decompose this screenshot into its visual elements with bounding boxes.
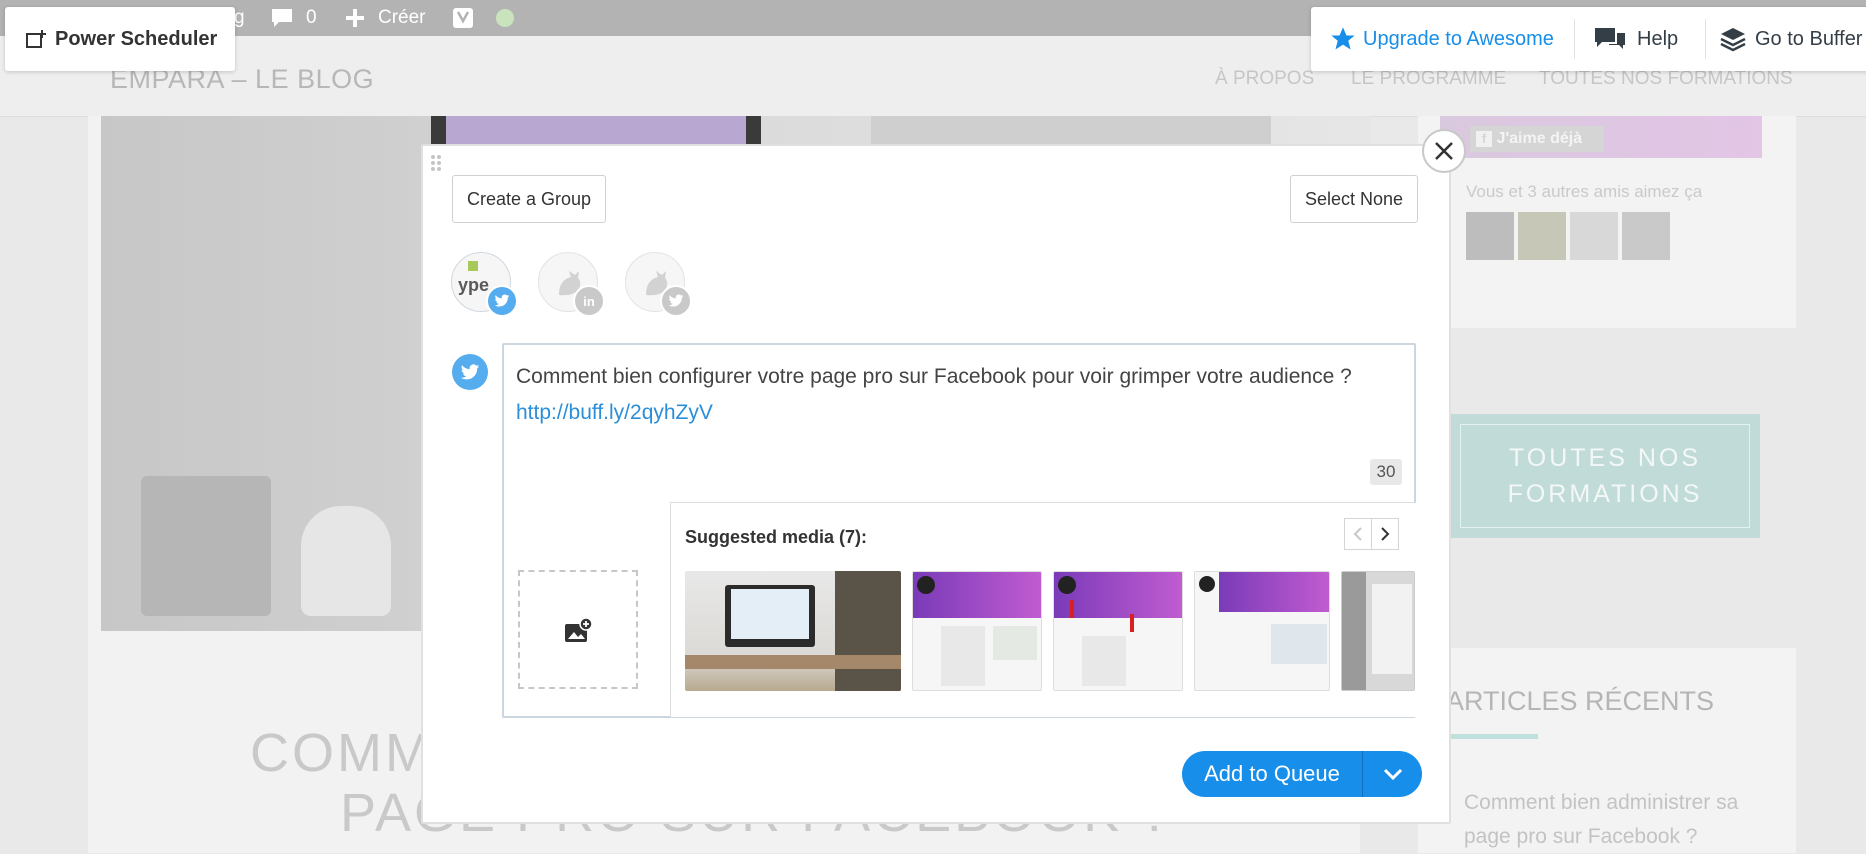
profile-avatar-rooster-linkedin[interactable]: in xyxy=(538,252,605,317)
upgrade-button[interactable]: Upgrade to Awesome xyxy=(1329,7,1554,71)
linkedin-badge-icon: in xyxy=(573,285,605,317)
profile-avatar-rooster-twitter[interactable] xyxy=(625,252,692,317)
suggested-media-label: Suggested media (7): xyxy=(685,527,868,547)
yoast-icon[interactable] xyxy=(452,0,474,36)
media-next-button[interactable] xyxy=(1371,518,1399,550)
close-icon xyxy=(1433,140,1455,162)
media-prev-button[interactable] xyxy=(1344,518,1372,550)
add-image-icon xyxy=(563,616,593,644)
composer-message: Comment bien configurer votre page pro s… xyxy=(516,365,1352,388)
suggested-media-thumb[interactable] xyxy=(1194,571,1330,691)
add-image-button[interactable] xyxy=(518,570,638,689)
go-to-buffer-label: Go to Buffer xyxy=(1755,27,1863,50)
composer-link[interactable]: http://buff.ly/2qyhZyV xyxy=(516,401,713,424)
friend-avatar[interactable] xyxy=(1622,212,1670,260)
twitter-badge-icon xyxy=(660,285,692,317)
composer-text[interactable]: Comment bien configurer votre page pro s… xyxy=(516,359,1406,431)
buffer-toolbar: Upgrade to Awesome Help Go to Buffer xyxy=(1311,7,1866,71)
nav-item-about[interactable]: À PROPOS xyxy=(1215,68,1314,90)
formations-cta[interactable]: TOUTES NOS FORMATIONS xyxy=(1450,414,1760,538)
comments-count[interactable]: 0 xyxy=(306,0,317,36)
friend-avatar[interactable] xyxy=(1466,212,1514,260)
recent-articles-widget: ARTICLES RÉCENTS Comment bien administre… xyxy=(1418,648,1796,853)
power-scheduler-label: Power Scheduler xyxy=(55,27,218,50)
friend-avatar[interactable] xyxy=(1518,212,1566,260)
formations-cta-label: TOUTES NOS FORMATIONS xyxy=(1460,424,1750,528)
help-label: Help xyxy=(1637,27,1679,50)
facebook-cover: f J'aime déjà xyxy=(1440,116,1762,158)
suggested-media-thumb[interactable] xyxy=(912,571,1042,691)
calendar-plus-icon xyxy=(25,29,47,49)
queue-options-dropdown[interactable] xyxy=(1363,751,1422,797)
drag-handle-icon[interactable] xyxy=(430,154,442,177)
heading-underline xyxy=(1448,734,1538,739)
facebook-icon: f xyxy=(1476,130,1492,147)
chevron-right-icon xyxy=(1380,526,1390,542)
chevron-left-icon xyxy=(1353,526,1363,542)
facebook-friends-text: Vous et 3 autres amis aimez ça xyxy=(1466,182,1703,201)
create-menu[interactable]: Créer xyxy=(378,0,426,36)
select-none-button[interactable]: Select None xyxy=(1290,175,1418,223)
go-to-buffer-button[interactable]: Go to Buffer xyxy=(1719,7,1862,71)
site-name-fragment[interactable]: g xyxy=(234,0,245,36)
buffer-stack-icon xyxy=(1719,26,1747,52)
chat-bubbles-icon xyxy=(1593,26,1627,52)
status-dot-icon xyxy=(495,0,515,36)
add-to-queue-label[interactable]: Add to Queue xyxy=(1182,751,1363,797)
twitter-network-icon xyxy=(452,354,488,390)
recent-articles-heading: ARTICLES RÉCENTS xyxy=(1446,686,1715,716)
suggested-media-thumb[interactable] xyxy=(1341,571,1415,691)
upgrade-label: Upgrade to Awesome xyxy=(1363,27,1554,50)
profile-avatar-ype-twitter[interactable]: ype xyxy=(451,252,518,317)
facebook-like-widget: f J'aime déjà Vous et 3 autres amis aime… xyxy=(1418,116,1796,328)
star-icon xyxy=(1329,25,1357,53)
facebook-like-button[interactable]: f J'aime déjà xyxy=(1470,126,1604,152)
suggested-media-thumb[interactable] xyxy=(685,571,901,691)
close-modal-button[interactable] xyxy=(1422,129,1466,173)
comments-icon[interactable] xyxy=(270,0,294,36)
character-counter: 30 xyxy=(1370,459,1402,485)
ype-logo-icon: ype xyxy=(458,275,490,295)
chevron-down-icon xyxy=(1383,768,1403,780)
nav-item-formations[interactable]: TOUTES NOS FORMATIONS xyxy=(1539,68,1793,90)
suggested-media-thumb[interactable] xyxy=(1053,571,1183,691)
nav-item-programme[interactable]: LE PROGRAMME xyxy=(1351,68,1506,90)
twitter-badge-icon xyxy=(486,285,518,317)
recent-article-link[interactable]: Comment bien administrer sa page pro sur… xyxy=(1464,786,1764,854)
power-scheduler-button[interactable]: Power Scheduler xyxy=(5,7,235,71)
plus-icon[interactable] xyxy=(344,0,366,36)
help-button[interactable]: Help xyxy=(1593,7,1678,71)
add-to-queue-button[interactable]: Add to Queue xyxy=(1182,751,1422,797)
create-group-button[interactable]: Create a Group xyxy=(452,175,606,223)
friend-avatar[interactable] xyxy=(1570,212,1618,260)
